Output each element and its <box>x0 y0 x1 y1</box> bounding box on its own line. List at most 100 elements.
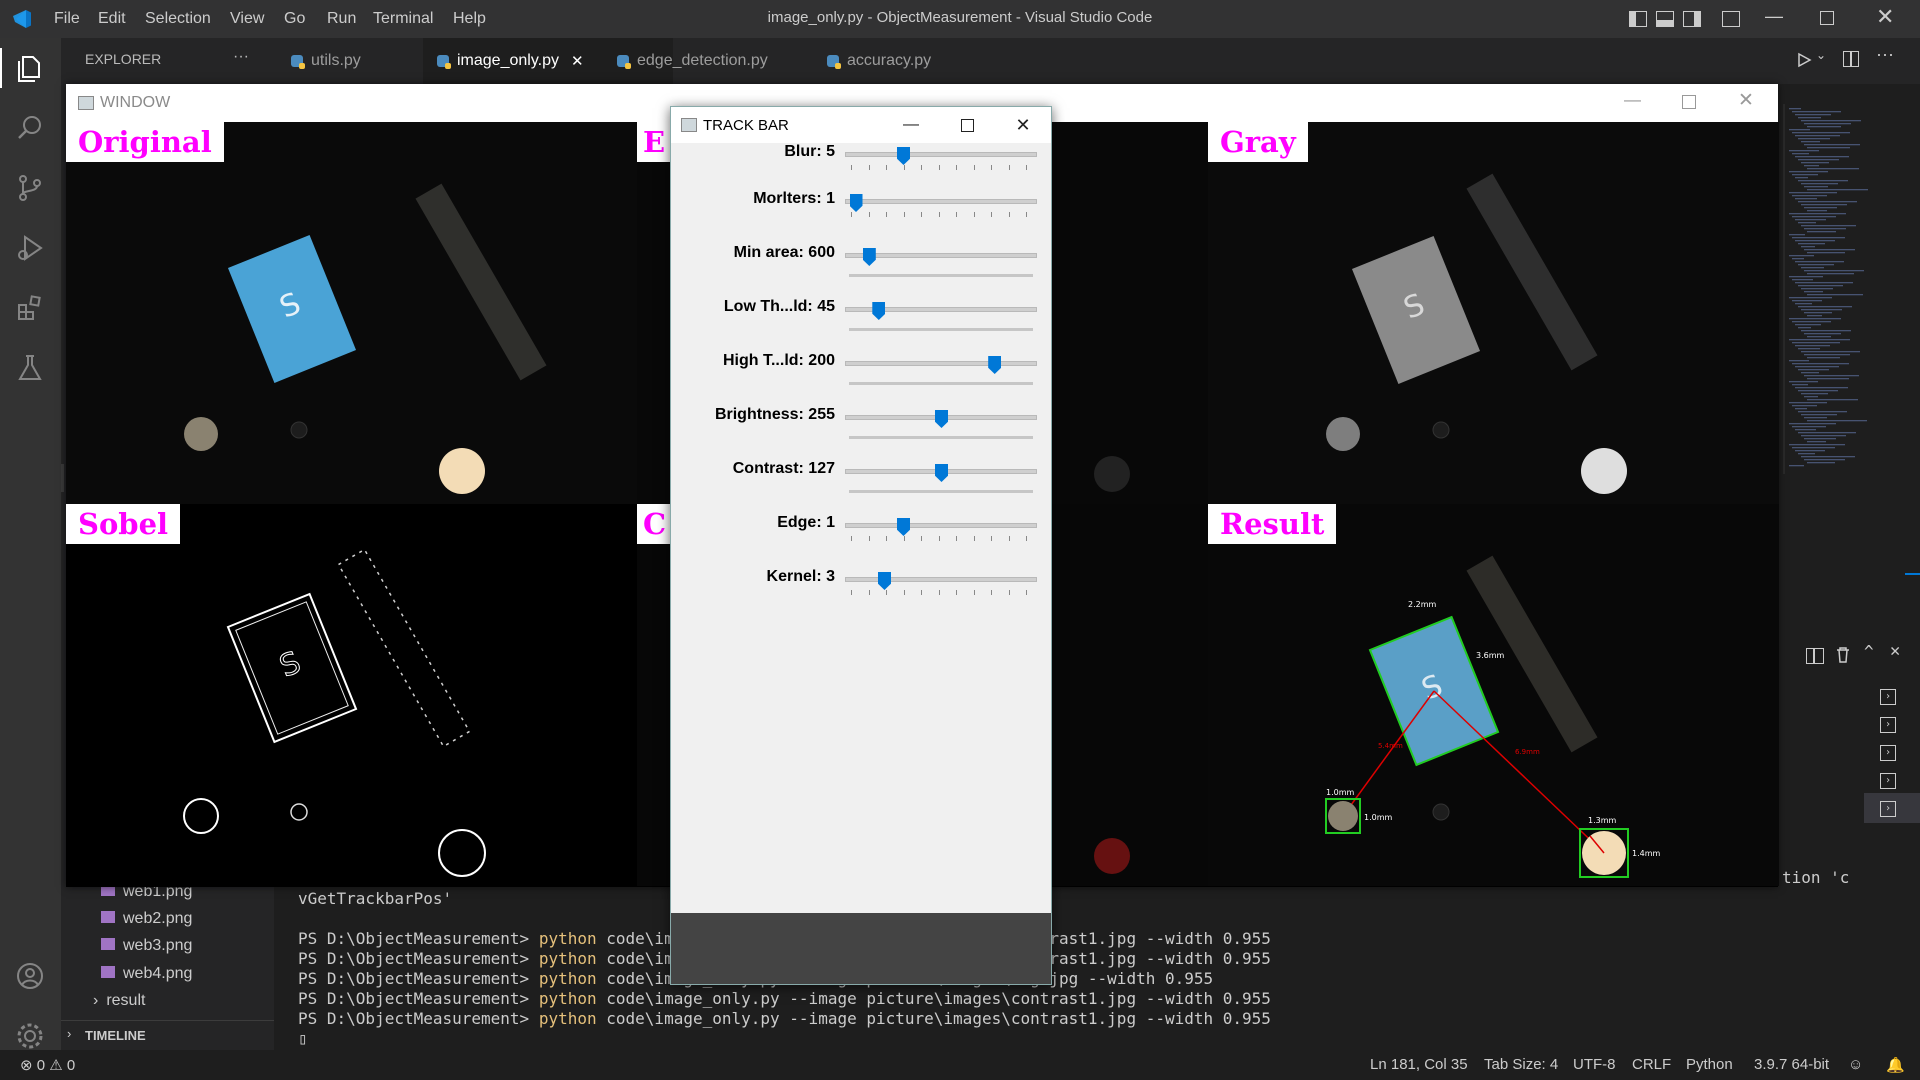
trackbar-row[interactable]: Contrast: 127 <box>671 460 1051 514</box>
close-icon[interactable]: ✕ <box>1738 89 1754 112</box>
python-interpreter[interactable]: 3.9.7 64-bit <box>1754 1056 1829 1073</box>
explorer-icon[interactable] <box>14 52 46 84</box>
file-item[interactable]: web2.png <box>101 910 192 928</box>
maximize-icon[interactable] <box>939 107 995 143</box>
minimize-icon[interactable]: — <box>883 107 939 143</box>
trackbar-row[interactable]: Min area: 600 <box>671 244 1051 298</box>
trackbar-thumb[interactable] <box>862 248 876 266</box>
encoding[interactable]: UTF-8 <box>1573 1056 1616 1073</box>
menu-go[interactable]: Go <box>284 10 305 28</box>
trackbar-list: Blur: 5 Morlters: 1 Min area: 600 Low Th...… <box>671 143 1051 913</box>
trackbar-slider[interactable] <box>845 572 1037 590</box>
run-debug-icon[interactable] <box>14 232 46 264</box>
maximize-icon[interactable] <box>1682 95 1696 109</box>
trackbar-baseline <box>849 436 1033 439</box>
close-icon[interactable]: ✕ <box>995 107 1051 143</box>
sidebar-sash[interactable] <box>61 464 64 492</box>
trackbar-thumb[interactable] <box>849 194 863 212</box>
tab-label: image_only.py <box>457 52 559 69</box>
maximize-panel-icon[interactable]: ^ <box>1864 642 1874 661</box>
close-icon[interactable]: ✕ <box>1876 4 1894 30</box>
trackbar-row[interactable]: Blur: 5 <box>671 143 1051 197</box>
testing-icon[interactable] <box>14 352 46 384</box>
run-file-icon[interactable] <box>1796 52 1812 68</box>
trackbar-slider[interactable] <box>845 147 1037 165</box>
terminal-instance-icon[interactable]: › <box>1880 717 1896 733</box>
trackbar-thumb[interactable] <box>897 518 910 536</box>
gear-icon[interactable] <box>14 1020 46 1052</box>
trackbar-slider[interactable] <box>845 464 1037 482</box>
trackbar-slider[interactable] <box>845 356 1037 374</box>
minimize-icon[interactable]: — <box>1765 6 1783 27</box>
extensions-icon[interactable] <box>14 292 46 324</box>
end-of-line[interactable]: CRLF <box>1632 1056 1671 1073</box>
measure-label: 1.0mm <box>1326 788 1355 797</box>
more-actions-icon[interactable]: ··· <box>1876 44 1894 65</box>
feedback-icon[interactable]: ☺ <box>1848 1056 1863 1073</box>
menu-help[interactable]: Help <box>453 10 486 28</box>
terminal-instance-icon[interactable]: › <box>1880 801 1896 817</box>
file-item[interactable]: web4.png <box>101 965 192 983</box>
trackbar-slider[interactable] <box>845 410 1037 428</box>
minimap[interactable] <box>1783 104 1881 474</box>
restore-icon[interactable] <box>1820 11 1834 25</box>
toggle-panel-icon[interactable] <box>1656 11 1674 27</box>
trackbar-thumb[interactable] <box>897 147 910 165</box>
menu-edit[interactable]: Edit <box>98 10 126 28</box>
quadrant-label-gray: Gray <box>1208 122 1308 162</box>
trackbar-thumb[interactable] <box>988 356 1002 374</box>
split-editor-icon[interactable] <box>1843 51 1859 67</box>
toggle-sidebar-icon[interactable] <box>1629 11 1647 27</box>
trackbar-window[interactable]: TRACK BAR — ✕ Blur: 5 Morlters: 1 Min area… <box>670 106 1052 985</box>
trackbar-thumb[interactable] <box>878 572 891 590</box>
terminal-instance-icon[interactable]: › <box>1880 745 1896 761</box>
search-icon[interactable] <box>14 112 46 144</box>
accounts-icon[interactable] <box>14 960 46 992</box>
terminal-instance-icon[interactable]: › <box>1880 773 1896 789</box>
tab-edge-detection[interactable]: edge_detection.py <box>617 38 768 84</box>
trackbar-window-titlebar[interactable]: TRACK BAR — ✕ <box>671 107 1051 143</box>
customize-layout-icon[interactable] <box>1722 11 1740 27</box>
terminal-instance-icon[interactable]: › <box>1880 689 1896 705</box>
file-item[interactable]: web3.png <box>101 937 192 955</box>
trackbar-row[interactable]: Brightness: 255 <box>671 406 1051 460</box>
source-control-icon[interactable] <box>14 172 46 204</box>
menu-selection[interactable]: Selection <box>145 10 211 28</box>
language-mode[interactable]: Python <box>1686 1056 1733 1073</box>
toggle-secondary-sidebar-icon[interactable] <box>1683 11 1701 27</box>
trackbar-row[interactable]: High T...ld: 200 <box>671 352 1051 406</box>
tab-size[interactable]: Tab Size: 4 <box>1484 1056 1558 1073</box>
problems-indicator[interactable]: ⊗ 0 ⚠ 0 <box>20 1056 75 1074</box>
close-panel-icon[interactable]: ✕ <box>1890 641 1900 661</box>
cursor-position[interactable]: Ln 181, Col 35 <box>1370 1056 1468 1073</box>
menu-file[interactable]: File <box>54 10 80 28</box>
trackbar-row[interactable]: Low Th...ld: 45 <box>671 298 1051 352</box>
trackbar-row[interactable]: Edge: 1 <box>671 514 1051 568</box>
menu-view[interactable]: View <box>230 10 264 28</box>
trackbar-slider[interactable] <box>845 302 1037 320</box>
bell-icon[interactable]: 🔔 <box>1886 1056 1905 1074</box>
trackbar-ticks <box>845 320 1035 326</box>
active-indicator <box>0 48 2 88</box>
split-terminal-icon[interactable] <box>1806 648 1824 664</box>
trackbar-slider[interactable] <box>845 248 1037 266</box>
trackbar-slider[interactable] <box>845 194 1037 212</box>
window-app-icon <box>78 96 94 110</box>
trackbar-row[interactable]: Morlters: 1 <box>671 190 1051 244</box>
minimize-icon[interactable]: — <box>1624 90 1641 110</box>
tab-close-icon[interactable]: ✕ <box>571 52 584 70</box>
tab-utils[interactable]: utils.py <box>291 38 361 84</box>
trash-icon[interactable] <box>1835 646 1851 664</box>
trackbar-slider[interactable] <box>845 518 1037 536</box>
menu-run[interactable]: Run <box>327 10 356 28</box>
chevron-down-icon[interactable]: ⌄ <box>1816 48 1826 62</box>
tab-accuracy[interactable]: accuracy.py <box>827 38 931 84</box>
timeline-section[interactable]: › TIMELINE <box>61 1020 274 1051</box>
trackbar-row[interactable]: Kernel: 3 <box>671 568 1051 622</box>
trackbar-thumb[interactable] <box>935 464 948 482</box>
trackbar-thumb[interactable] <box>935 410 948 428</box>
folder-item-result[interactable]: › result <box>93 992 145 1010</box>
explorer-more-button[interactable]: ··· <box>233 48 249 66</box>
menu-terminal[interactable]: Terminal <box>373 10 433 28</box>
trackbar-thumb[interactable] <box>872 302 886 320</box>
